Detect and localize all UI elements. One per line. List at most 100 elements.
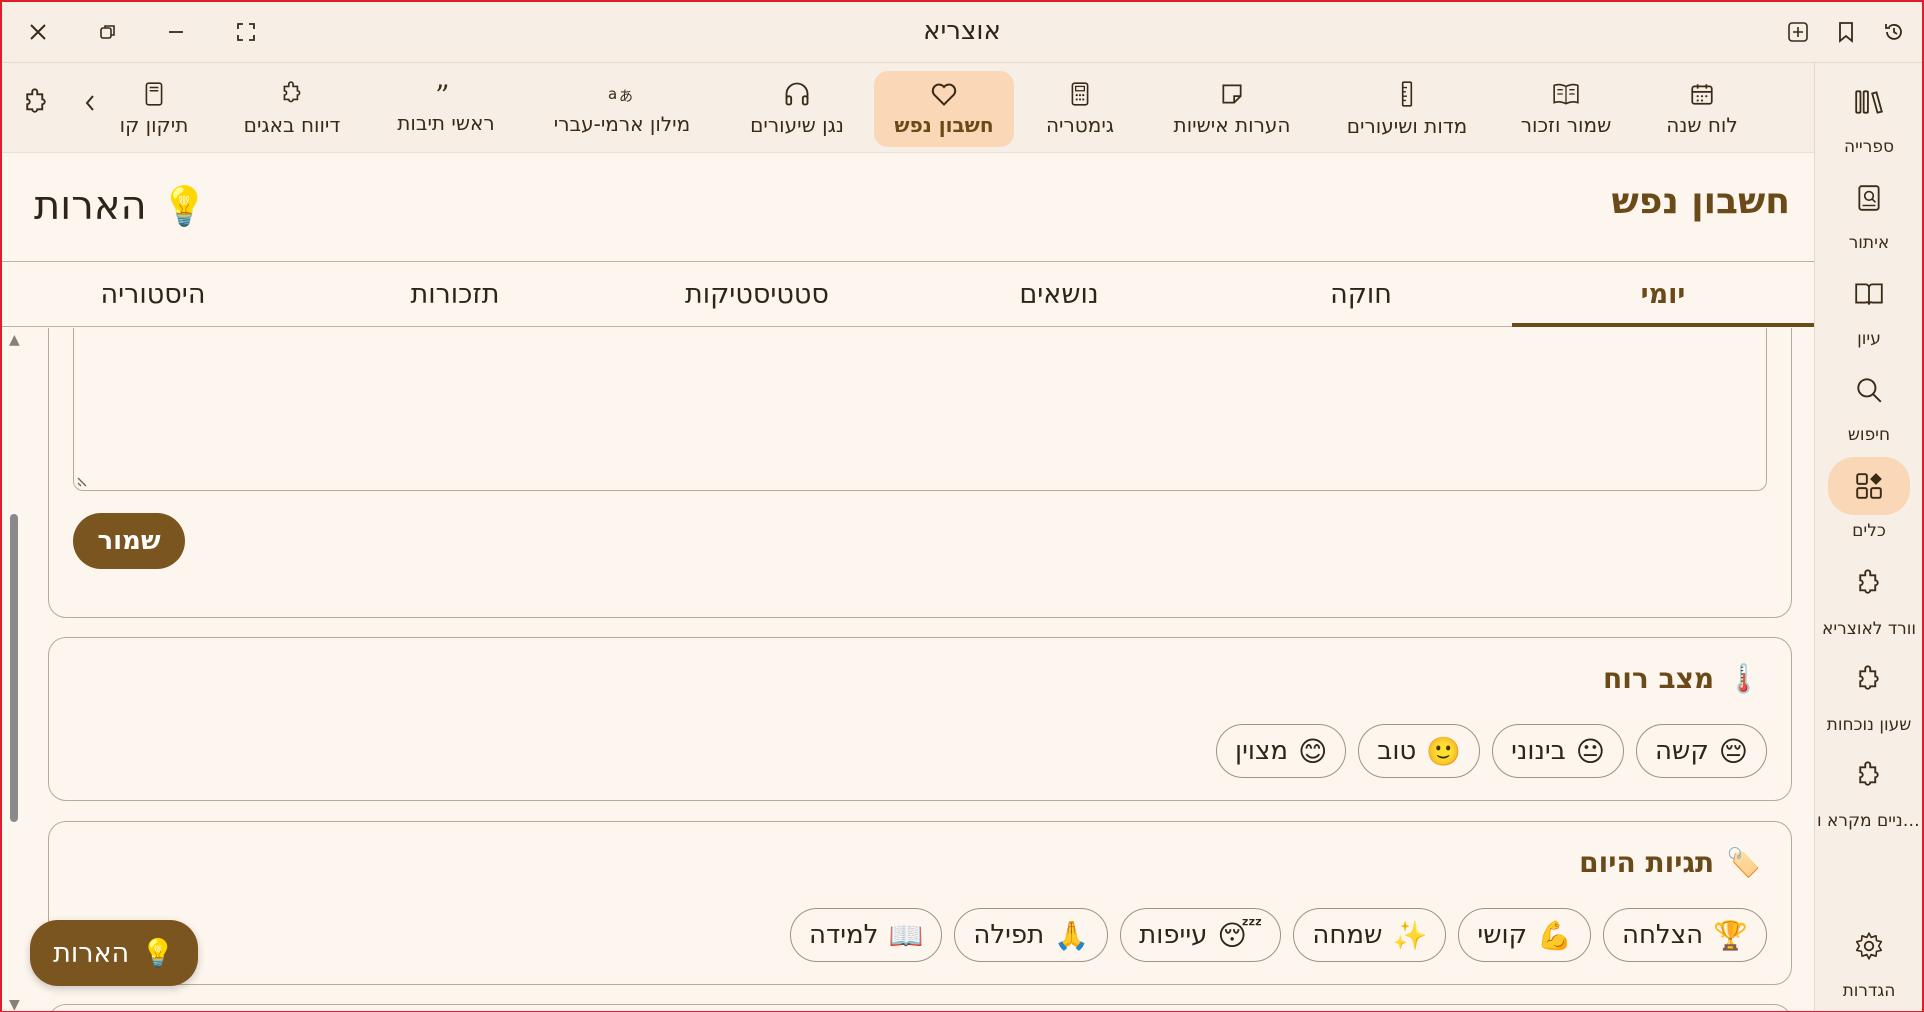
tool-label: תיקון קו (119, 113, 189, 137)
insights-label: הארות (34, 183, 147, 229)
vertical-scrollbar[interactable]: ▲ ▼ (6, 328, 20, 1011)
open-book-icon (1855, 283, 1883, 305)
tool-label: גימטריה (1045, 113, 1115, 137)
scroll-down-arrow-icon[interactable]: ▼ (9, 997, 20, 1011)
rail-item-word-to-otzaria[interactable]: וורד לאוצריא (1815, 553, 1923, 649)
folded-hands-icon: 🙏 (1054, 918, 1090, 952)
title-bar: אוצריא (2, 2, 1922, 63)
history-button[interactable] (1878, 16, 1910, 48)
quote-icon: ” (435, 83, 449, 105)
daily-tags-card: 🏷️ תגיות היום 🏆 הצלחה 💪 קושי ✨ שמחה 😴 עי… (48, 821, 1792, 985)
tag-learning[interactable]: 📖 למידה (790, 908, 943, 962)
save-button[interactable]: שמור (73, 513, 185, 569)
chip-label: מצוין (1235, 736, 1289, 766)
chip-label: למידה (809, 920, 879, 950)
scroll-up-arrow-icon[interactable]: ▲ (9, 332, 20, 348)
rail-label: הגדרות (1842, 981, 1896, 1001)
rail-item-attendance-clock[interactable]: שעון נוכחות (1815, 649, 1923, 745)
chip-label: תפילה (973, 920, 1045, 950)
tool-shamor-vezachor[interactable]: שמור וזכור (1502, 71, 1630, 147)
open-book-emoji-icon: 📖 (888, 918, 924, 952)
tag-success[interactable]: 🏆 הצלחה (1602, 908, 1767, 962)
chip-label: עייפות (1139, 920, 1208, 950)
rail-item-shnayim-mikra[interactable]: שניים מקרא ו... (1815, 745, 1923, 841)
tool-tikkun-korim[interactable]: תיקון קו (106, 71, 202, 147)
journal-textarea[interactable] (73, 328, 1767, 491)
tag-prayer[interactable]: 🙏 תפילה (954, 908, 1109, 962)
fab-label: הארות (53, 937, 130, 969)
tag-tiredness[interactable]: 😴 עייפות (1120, 908, 1282, 962)
tag-difficulty[interactable]: 💪 קושי (1458, 908, 1591, 962)
flexed-biceps-icon: 💪 (1537, 918, 1572, 952)
journal-card: שמור (48, 328, 1792, 618)
mood-option-good[interactable]: 🙂 טוב (1358, 724, 1481, 778)
bookmarks-button[interactable] (1830, 16, 1862, 48)
tab-constitution[interactable]: חוקה (1210, 262, 1512, 326)
puzzle-icon (1859, 761, 1879, 786)
mood-options: 😔 קשה 😐 בינוני 🙂 טוב 😊 מצוין (1216, 724, 1767, 778)
tags-title-label: תגיות היום (1579, 846, 1715, 879)
new-tab-button[interactable] (1782, 16, 1814, 48)
panel-header: חשבון נפש הארות 💡 (2, 153, 1814, 261)
chevron-left-icon (85, 95, 94, 111)
calculator-icon (1071, 82, 1089, 106)
rail-label: וורד לאוצריא (1821, 619, 1917, 639)
tag-joy[interactable]: ✨ שמחה (1293, 908, 1447, 962)
resize-grip-icon[interactable] (76, 474, 90, 488)
mood-card: 🌡️ מצב רוח 😔 קשה 😐 בינוני 🙂 טוב 😊 מצוין (48, 637, 1792, 801)
insights-link[interactable]: הארות 💡 (34, 183, 208, 229)
mood-option-medium[interactable]: 😐 בינוני (1492, 724, 1624, 778)
tab-daily[interactable]: יומי (1512, 262, 1814, 327)
chip-label: בינוני (1511, 736, 1566, 766)
tab-reminders[interactable]: תזכורות (304, 262, 606, 326)
tool-label: מילון ארמי-עברי (553, 112, 691, 136)
tool-measures[interactable]: מדות ושיעורים (1332, 71, 1482, 147)
insights-fab[interactable]: הארות 💡 (30, 920, 198, 986)
tools-toolbar: לוח שנה שמור וזכור מדות ושיעורים הערות א… (2, 63, 1814, 153)
rail-item-settings[interactable]: הגדרות (1815, 915, 1923, 1011)
tool-bug-report[interactable]: דיווח באגים (234, 71, 350, 147)
tool-cheshbon-nefesh[interactable]: חשבון נפש (874, 71, 1014, 147)
gear-icon (1855, 932, 1883, 960)
tool-gematria[interactable]: גימטריה (1032, 71, 1128, 147)
trophy-icon: 🏆 (1713, 918, 1748, 952)
puzzle-icon (1859, 665, 1879, 690)
tool-acronyms[interactable]: ” ראשי תיבות (388, 71, 504, 147)
chip-label: שמחה (1312, 920, 1383, 950)
mood-option-hard[interactable]: 😔 קשה (1635, 724, 1767, 778)
chip-label: קושי (1477, 920, 1528, 950)
rail-item-find[interactable]: איתור (1815, 167, 1923, 263)
chip-label: הצלחה (1621, 920, 1704, 950)
bookmark-icon (1839, 22, 1853, 43)
add-icon (1788, 22, 1808, 42)
neutral-face-icon: 😐 (1575, 734, 1605, 768)
scrollbar-thumb[interactable] (10, 514, 18, 822)
library-icon (1855, 90, 1883, 114)
tool-calendar[interactable]: לוח שנה (1642, 71, 1762, 147)
slightly-smiling-face-icon: 🙂 (1426, 734, 1462, 768)
smiling-face-icon: 😊 (1298, 734, 1328, 768)
mood-title: 🌡️ מצב רוח (1603, 662, 1761, 695)
rail-item-reading[interactable]: עיון (1815, 263, 1923, 359)
tool-shiurim-player[interactable]: נגן שיעורים (740, 71, 854, 147)
mood-option-excellent[interactable]: 😊 מצוין (1216, 724, 1347, 778)
tool-label: שמור וזכור (1520, 113, 1612, 137)
tool-personal-notes[interactable]: הערות אישיות (1152, 71, 1312, 147)
puzzle-icon (26, 88, 46, 113)
scroll-tools-left-button[interactable] (74, 87, 106, 119)
tool-label: חשבון נפש (894, 113, 994, 137)
tab-topics[interactable]: נושאים (908, 262, 1210, 326)
rail-label: שניים מקרא ו... (1817, 811, 1921, 831)
tool-aramaic-dictionary[interactable]: aあ מילון ארמי-עברי (542, 71, 702, 147)
rail-item-library[interactable]: ספרייה (1815, 71, 1923, 167)
rail-item-search[interactable]: חיפוש (1815, 359, 1923, 455)
svg-text:あ: あ (619, 89, 633, 105)
extensions-button[interactable] (16, 83, 56, 123)
tab-statistics[interactable]: סטטיסטיקות (606, 262, 908, 326)
next-card (48, 1004, 1792, 1011)
tag-label-icon: 🏷️ (1726, 846, 1761, 879)
translate-icon: aあ (608, 85, 633, 105)
tab-history[interactable]: היסטוריה (2, 262, 304, 326)
heart-icon (931, 83, 957, 106)
rail-item-tools[interactable]: כלים (1815, 455, 1923, 551)
